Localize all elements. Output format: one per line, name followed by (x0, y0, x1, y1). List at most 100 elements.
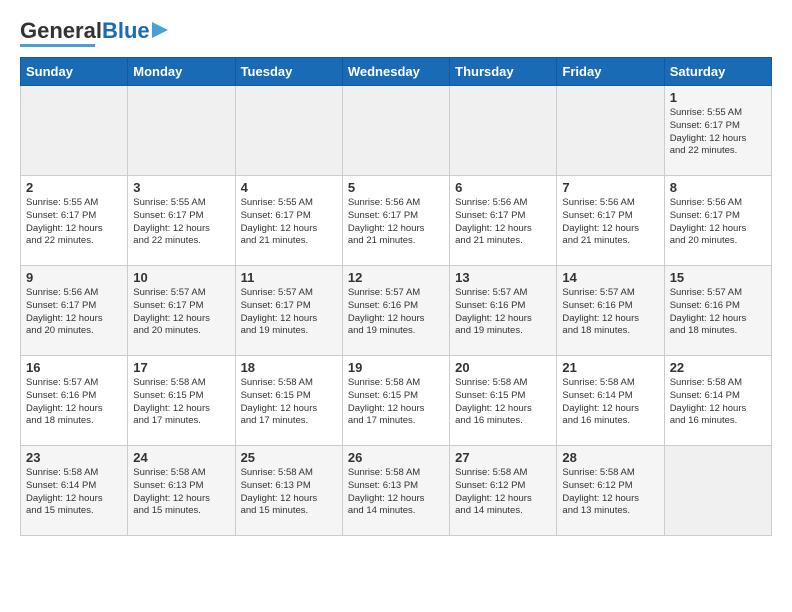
day-number: 26 (348, 450, 444, 465)
calendar-cell: 13 Sunrise: 5:57 AMSunset: 6:16 PMDayligh… (450, 266, 557, 356)
calendar-week-row: 9 Sunrise: 5:56 AMSunset: 6:17 PMDaylight… (21, 266, 772, 356)
day-number: 28 (562, 450, 658, 465)
calendar-cell: 23 Sunrise: 5:58 AMSunset: 6:14 PMDayligh… (21, 446, 128, 536)
logo-underline (20, 44, 95, 47)
calendar-week-row: 16 Sunrise: 5:57 AMSunset: 6:16 PMDayligh… (21, 356, 772, 446)
day-number: 18 (241, 360, 337, 375)
page-header: GeneralBlue (20, 20, 772, 47)
day-header-saturday: Saturday (664, 58, 771, 86)
day-number: 7 (562, 180, 658, 195)
calendar-cell: 17 Sunrise: 5:58 AMSunset: 6:15 PMDayligh… (128, 356, 235, 446)
day-number: 23 (26, 450, 122, 465)
day-number: 12 (348, 270, 444, 285)
day-number: 15 (670, 270, 766, 285)
calendar-week-row: 2 Sunrise: 5:55 AMSunset: 6:17 PMDaylight… (21, 176, 772, 266)
calendar-cell (128, 86, 235, 176)
calendar-cell: 15 Sunrise: 5:57 AMSunset: 6:16 PMDayligh… (664, 266, 771, 356)
calendar-cell (557, 86, 664, 176)
day-number: 22 (670, 360, 766, 375)
day-info: Sunrise: 5:56 AMSunset: 6:17 PMDaylight:… (670, 197, 766, 248)
calendar-cell: 22 Sunrise: 5:58 AMSunset: 6:14 PMDayligh… (664, 356, 771, 446)
day-number: 2 (26, 180, 122, 195)
calendar-cell: 3 Sunrise: 5:55 AMSunset: 6:17 PMDaylight… (128, 176, 235, 266)
day-info: Sunrise: 5:58 AMSunset: 6:15 PMDaylight:… (133, 377, 229, 428)
day-info: Sunrise: 5:58 AMSunset: 6:12 PMDaylight:… (562, 467, 658, 518)
day-number: 8 (670, 180, 766, 195)
calendar-cell: 12 Sunrise: 5:57 AMSunset: 6:16 PMDayligh… (342, 266, 449, 356)
day-info: Sunrise: 5:57 AMSunset: 6:17 PMDaylight:… (133, 287, 229, 338)
day-number: 16 (26, 360, 122, 375)
day-info: Sunrise: 5:58 AMSunset: 6:13 PMDaylight:… (133, 467, 229, 518)
day-info: Sunrise: 5:58 AMSunset: 6:15 PMDaylight:… (455, 377, 551, 428)
day-number: 5 (348, 180, 444, 195)
day-info: Sunrise: 5:57 AMSunset: 6:16 PMDaylight:… (26, 377, 122, 428)
day-number: 6 (455, 180, 551, 195)
day-number: 27 (455, 450, 551, 465)
day-info: Sunrise: 5:55 AMSunset: 6:17 PMDaylight:… (241, 197, 337, 248)
calendar-cell: 8 Sunrise: 5:56 AMSunset: 6:17 PMDaylight… (664, 176, 771, 266)
day-header-friday: Friday (557, 58, 664, 86)
day-info: Sunrise: 5:57 AMSunset: 6:16 PMDaylight:… (562, 287, 658, 338)
day-info: Sunrise: 5:56 AMSunset: 6:17 PMDaylight:… (26, 287, 122, 338)
day-header-thursday: Thursday (450, 58, 557, 86)
day-info: Sunrise: 5:58 AMSunset: 6:15 PMDaylight:… (241, 377, 337, 428)
day-info: Sunrise: 5:57 AMSunset: 6:16 PMDaylight:… (670, 287, 766, 338)
day-info: Sunrise: 5:58 AMSunset: 6:15 PMDaylight:… (348, 377, 444, 428)
calendar-header-row: SundayMondayTuesdayWednesdayThursdayFrid… (21, 58, 772, 86)
day-info: Sunrise: 5:58 AMSunset: 6:14 PMDaylight:… (26, 467, 122, 518)
day-info: Sunrise: 5:58 AMSunset: 6:12 PMDaylight:… (455, 467, 551, 518)
calendar-week-row: 23 Sunrise: 5:58 AMSunset: 6:14 PMDayligh… (21, 446, 772, 536)
calendar-cell: 21 Sunrise: 5:58 AMSunset: 6:14 PMDayligh… (557, 356, 664, 446)
calendar-cell: 18 Sunrise: 5:58 AMSunset: 6:15 PMDayligh… (235, 356, 342, 446)
day-number: 24 (133, 450, 229, 465)
day-number: 4 (241, 180, 337, 195)
day-info: Sunrise: 5:58 AMSunset: 6:14 PMDaylight:… (562, 377, 658, 428)
day-number: 11 (241, 270, 337, 285)
calendar-cell: 7Sunrise: 5:56 AMSunset: 6:17 PMDaylight… (557, 176, 664, 266)
calendar-cell: 25 Sunrise: 5:58 AMSunset: 6:13 PMDayligh… (235, 446, 342, 536)
calendar-table: SundayMondayTuesdayWednesdayThursdayFrid… (20, 57, 772, 536)
day-number: 1 (670, 90, 766, 105)
calendar-cell: 16 Sunrise: 5:57 AMSunset: 6:16 PMDayligh… (21, 356, 128, 446)
day-info: Sunrise: 5:58 AMSunset: 6:14 PMDaylight:… (670, 377, 766, 428)
calendar-cell: 26Sunrise: 5:58 AMSunset: 6:13 PMDayligh… (342, 446, 449, 536)
calendar-cell: 6 Sunrise: 5:56 AMSunset: 6:17 PMDaylight… (450, 176, 557, 266)
day-header-monday: Monday (128, 58, 235, 86)
calendar-cell (342, 86, 449, 176)
calendar-cell: 11 Sunrise: 5:57 AMSunset: 6:17 PMDayligh… (235, 266, 342, 356)
calendar-cell: 4 Sunrise: 5:55 AMSunset: 6:17 PMDaylight… (235, 176, 342, 266)
day-header-wednesday: Wednesday (342, 58, 449, 86)
calendar-cell: 2Sunrise: 5:55 AMSunset: 6:17 PMDaylight… (21, 176, 128, 266)
day-header-tuesday: Tuesday (235, 58, 342, 86)
calendar-cell: 24 Sunrise: 5:58 AMSunset: 6:13 PMDayligh… (128, 446, 235, 536)
day-number: 9 (26, 270, 122, 285)
day-info: Sunrise: 5:57 AMSunset: 6:16 PMDaylight:… (455, 287, 551, 338)
calendar-cell: 10 Sunrise: 5:57 AMSunset: 6:17 PMDayligh… (128, 266, 235, 356)
calendar-cell (450, 86, 557, 176)
day-info: Sunrise: 5:55 AMSunset: 6:17 PMDaylight:… (133, 197, 229, 248)
calendar-cell: 19 Sunrise: 5:58 AMSunset: 6:15 PMDayligh… (342, 356, 449, 446)
calendar-week-row: 1Sunrise: 5:55 AMSunset: 6:17 PMDaylight… (21, 86, 772, 176)
day-number: 3 (133, 180, 229, 195)
calendar-cell: 1Sunrise: 5:55 AMSunset: 6:17 PMDaylight… (664, 86, 771, 176)
day-info: Sunrise: 5:57 AMSunset: 6:17 PMDaylight:… (241, 287, 337, 338)
day-number: 14 (562, 270, 658, 285)
day-number: 10 (133, 270, 229, 285)
day-number: 20 (455, 360, 551, 375)
calendar-cell: 27 Sunrise: 5:58 AMSunset: 6:12 PMDayligh… (450, 446, 557, 536)
calendar-cell (21, 86, 128, 176)
day-info: Sunrise: 5:57 AMSunset: 6:16 PMDaylight:… (348, 287, 444, 338)
day-info: Sunrise: 5:56 AMSunset: 6:17 PMDaylight:… (348, 197, 444, 248)
logo-arrow-icon (152, 20, 172, 40)
day-number: 17 (133, 360, 229, 375)
day-header-sunday: Sunday (21, 58, 128, 86)
logo-text: GeneralBlue (20, 20, 150, 42)
logo: GeneralBlue (20, 20, 172, 47)
calendar-cell: 9 Sunrise: 5:56 AMSunset: 6:17 PMDaylight… (21, 266, 128, 356)
day-number: 25 (241, 450, 337, 465)
day-number: 19 (348, 360, 444, 375)
day-number: 21 (562, 360, 658, 375)
day-info: Sunrise: 5:56 AMSunset: 6:17 PMDaylight:… (455, 197, 551, 248)
day-number: 13 (455, 270, 551, 285)
day-info: Sunrise: 5:58 AMSunset: 6:13 PMDaylight:… (241, 467, 337, 518)
